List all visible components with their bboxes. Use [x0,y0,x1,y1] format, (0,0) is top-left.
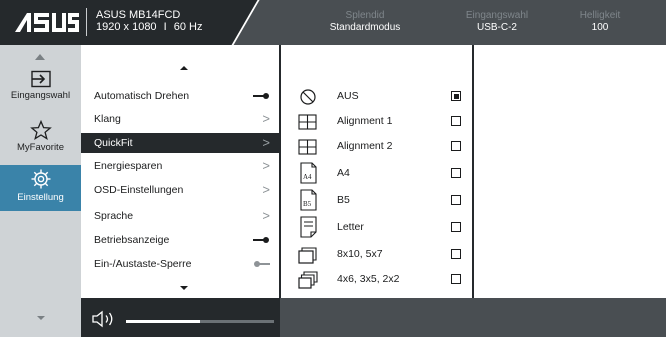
option-4x6-3x5-2x2[interactable]: 4x6, 3x5, 2x2 [281,268,473,292]
status-input-title: Eingangswahl [465,10,529,21]
option-letter-label: Letter [337,221,364,233]
star-icon [29,120,52,140]
submenu-item-sound-label: Klang [94,113,121,125]
submenu-item-power-key-lock[interactable]: Ein-/Austaste-Sperre [81,254,279,274]
nav-item-input[interactable]: Eingangswahl [0,70,81,114]
option-b5[interactable]: B5 B5 [281,189,473,213]
submenu-item-auto-rotate-label: Automatisch Drehen [94,90,190,102]
submenu-scroll-down-icon[interactable] [179,285,189,291]
paper-a4-icon: A4 [300,162,317,184]
submenu-item-auto-rotate[interactable]: Automatisch Drehen [81,86,279,106]
resolution: 1920 x 1080 [96,21,157,33]
option-aus[interactable]: AUS [281,85,473,109]
submenu-item-language-label: Sprache [94,210,134,222]
photo-frames-two-icon [298,247,317,264]
checkbox-checked[interactable] [451,91,461,101]
nav-item-settings-label: Einstellung [17,192,64,203]
nav-item-input-label: Eingangswahl [10,90,71,101]
status-splendid-value: Standardmodus [329,22,401,33]
checkbox-unchecked[interactable] [451,249,461,259]
toggle-on-icon[interactable] [253,237,270,243]
option-4x6-3x5-2x2-label: 4x6, 3x5, 2x2 [337,273,400,285]
submenu-item-osd-settings-label: OSD-Einstellungen [94,184,184,196]
alignment-grid-icon [298,114,317,130]
photo-frames-three-icon [298,271,318,289]
chevron-right-icon: > [262,111,270,126]
speaker-icon [92,310,113,328]
option-letter[interactable]: Letter [281,216,473,240]
submenu-item-osd-settings[interactable]: OSD-Einstellungen > [81,180,279,200]
status-brightness-title: Helligkeit [579,10,621,21]
submenu-item-sound[interactable]: Klang > [81,109,279,129]
asus-logo [15,13,79,32]
option-8x10-5x7[interactable]: 8x10, 5x7 [281,243,473,267]
nav-item-myfavorite[interactable]: MyFavorite [0,120,81,160]
option-b5-label: B5 [337,194,350,206]
submenu-item-language[interactable]: Sprache > [81,206,279,226]
status-brightness-value: 100 [591,22,609,33]
option-alignment-1[interactable]: Alignment 1 [281,110,473,134]
off-circle-icon [300,89,316,105]
monitor-info: ASUS MB14FCD 1920 x 1080 I 60 Hz [96,9,203,33]
option-aus-label: AUS [337,90,359,102]
checkbox-unchecked[interactable] [451,274,461,284]
option-alignment-2-label: Alignment 2 [337,140,393,152]
submenu-item-power-indicator[interactable]: Betriebsanzeige [81,230,279,250]
checkbox-unchecked[interactable] [451,116,461,126]
model-name: ASUS MB14FCD [96,9,181,21]
paper-letter-icon [300,216,317,238]
submenu-item-power-key-lock-label: Ein-/Austaste-Sperre [94,258,192,270]
toggle-on-icon[interactable] [253,93,270,99]
paper-b5-icon: B5 [300,189,317,211]
status-input: Eingangswahl USB-C-2 [437,10,557,33]
refresh-rate: 60 Hz [173,21,203,33]
logo-separator [86,8,87,36]
input-icon [30,70,51,88]
status-splendid-title: Splendid [345,10,385,21]
status-input-value: USB-C-2 [476,22,517,33]
paper-a4-icon-text: A4 [303,173,312,181]
option-alignment-2[interactable]: Alignment 2 [281,135,473,159]
option-8x10-5x7-label: 8x10, 5x7 [337,248,383,260]
resolution-refresh: 1920 x 1080 I 60 Hz [96,21,203,33]
checkbox-unchecked[interactable] [451,141,461,151]
osd-menu: ASUS MB14FCD 1920 x 1080 I 60 Hz Splendi… [0,0,666,337]
toggle-off-icon[interactable] [253,261,270,267]
nav-scroll-up-icon[interactable] [33,53,47,61]
paper-b5-icon-text: B5 [303,200,312,208]
checkbox-unchecked[interactable] [451,168,461,178]
gear-icon [31,169,50,189]
volume-slider-fill [126,320,200,323]
option-a4-label: A4 [337,167,350,179]
status-splendid: Splendid Standardmodus [305,10,425,33]
nav-item-myfavorite-label: MyFavorite [17,142,64,153]
submenu-scroll-up-icon[interactable] [179,65,189,71]
submenu-item-quickfit[interactable]: QuickFit > [81,133,279,153]
chevron-right-icon: > [262,182,270,197]
submenu-item-eco-label: Energiesparen [94,160,163,172]
option-alignment-1-label: Alignment 1 [337,115,393,127]
checkbox-unchecked[interactable] [451,195,461,205]
submenu-item-quickfit-label: QuickFit [94,137,133,149]
submenu-item-power-indicator-label: Betriebsanzeige [94,234,170,246]
option-a4[interactable]: A4 A4 [281,162,473,186]
nav-item-settings[interactable]: Einstellung [0,165,81,211]
alignment-grid-icon [298,139,317,155]
checkbox-unchecked[interactable] [451,222,461,232]
chevron-right-icon: > [262,208,270,223]
chevron-right-icon: > [262,135,270,150]
info-separator: I [163,21,167,33]
nav-scroll-down-icon[interactable] [36,315,46,321]
submenu-item-eco[interactable]: Energiesparen > [81,156,279,176]
status-brightness: Helligkeit 100 [540,10,660,33]
chevron-right-icon: > [262,158,270,173]
